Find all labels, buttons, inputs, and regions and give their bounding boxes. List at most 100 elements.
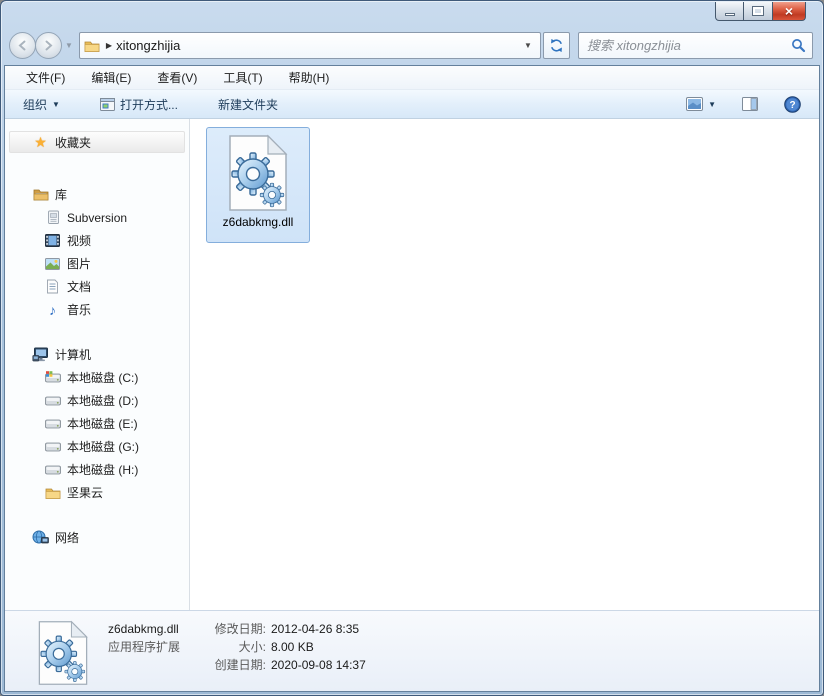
menu-edit[interactable]: 编辑(E) [78, 66, 144, 89]
forward-button[interactable] [35, 32, 62, 59]
star-icon: ★ [34, 133, 47, 150]
toolbar-right-group: ▼ ? [678, 93, 809, 116]
menu-help[interactable]: 帮助(H) [276, 66, 343, 89]
created-date-label: 创建日期: [214, 658, 266, 672]
navigation-pane: ★ 收藏夹 库 Subversion 视频 图片 文档 ♪ 音乐 计算机 本地磁… [5, 119, 190, 610]
organize-dropdown-icon: ▼ [52, 99, 60, 109]
file-item-dll[interactable]: z6dabkmg.dll [206, 127, 310, 243]
command-bar: 组织 ▼ 打开方式... 新建文件夹 ▼ ? [5, 90, 819, 119]
address-bar[interactable]: ▶ xitongzhijia ▼ [78, 32, 541, 59]
subversion-label: Subversion [67, 210, 128, 225]
modified-date-label: 修改日期: [214, 622, 266, 636]
network-icon [32, 530, 49, 545]
size-label: 大小: [238, 640, 266, 654]
open-with-label: 打开方式... [119, 97, 178, 112]
details-file-summary: z6dabkmg.dll 应用程序扩展 [108, 620, 196, 656]
details-pane: z6dabkmg.dll 应用程序扩展 修改日期: 2012-04-26 8:3… [5, 610, 819, 691]
disk-icon [44, 463, 61, 477]
titlebar[interactable]: × [1, 1, 823, 30]
forward-arrow-icon [45, 40, 53, 51]
maximize-icon [753, 7, 763, 15]
folder-icon [84, 41, 100, 52]
window-controls: × [715, 2, 806, 21]
disk-icon [44, 417, 61, 431]
details-properties: 修改日期: 2012-04-26 8:35 大小: 8.00 KB 创建日期: … [202, 620, 366, 674]
refresh-button[interactable] [542, 32, 570, 59]
sidebar-item-libraries[interactable]: 库 [5, 183, 189, 206]
nutstore-label: 坚果云 [67, 486, 104, 500]
library-doc-icon [44, 210, 61, 225]
explorer-window: × ▼ ▶ xitongzhijia ▼ 搜索 xitongzhijia 文件(… [0, 0, 824, 696]
organize-label: 组织 [23, 97, 48, 112]
organize-button[interactable]: 组织 ▼ [15, 93, 68, 116]
recent-pages-chevron-icon[interactable]: ▼ [65, 41, 73, 50]
sidebar-item-disk-h[interactable]: 本地磁盘 (H:) [5, 458, 189, 481]
sidebar-item-disk-c[interactable]: 本地磁盘 (C:) [5, 366, 189, 389]
menu-tools[interactable]: 工具(T) [210, 66, 275, 89]
documents-label: 文档 [67, 280, 92, 294]
created-date-value: 2020-09-08 14:37 [271, 658, 366, 672]
sidebar-item-music[interactable]: ♪ 音乐 [5, 298, 189, 321]
sidebar-item-network[interactable]: 网络 [5, 526, 189, 549]
dll-file-icon-small [36, 620, 90, 686]
breadcrumb-path[interactable]: xitongzhijia [116, 38, 520, 53]
disk-d-label: 本地磁盘 (D:) [67, 394, 139, 408]
sidebar-item-nutstore[interactable]: 坚果云 [5, 481, 189, 504]
maximize-button[interactable] [744, 2, 772, 21]
sidebar-item-disk-g[interactable]: 本地磁盘 (G:) [5, 435, 189, 458]
dll-file-icon [226, 134, 290, 212]
music-note-icon: ♪ [49, 301, 56, 318]
menu-view[interactable]: 查看(V) [144, 66, 210, 89]
help-button[interactable]: ? [776, 93, 809, 116]
libraries-label: 库 [55, 188, 68, 202]
views-dropdown-icon: ▼ [708, 99, 716, 109]
minimize-button[interactable] [715, 2, 744, 21]
menu-file[interactable]: 文件(F) [13, 66, 78, 89]
disk-c-icon [44, 370, 61, 385]
search-icon[interactable] [791, 38, 806, 53]
address-dropdown-icon[interactable]: ▼ [520, 41, 536, 50]
open-with-button[interactable]: 打开方式... [92, 93, 186, 116]
computer-icon [32, 347, 49, 362]
views-icon [686, 97, 704, 111]
details-file-type: 应用程序扩展 [108, 640, 181, 654]
sidebar-item-documents[interactable]: 文档 [5, 275, 189, 298]
sidebar-item-pictures[interactable]: 图片 [5, 252, 189, 275]
picture-icon [44, 257, 61, 270]
sidebar-item-favorites[interactable]: ★ 收藏夹 [9, 131, 185, 153]
files-pane[interactable]: z6dabkmg.dll [190, 119, 819, 610]
back-arrow-icon [18, 40, 26, 51]
details-row-created: 创建日期: 2020-09-08 14:37 [202, 656, 366, 674]
minimize-icon [724, 12, 735, 16]
preview-pane-button[interactable] [734, 94, 766, 114]
video-icon [44, 234, 61, 247]
modified-date-value: 2012-04-26 8:35 [271, 622, 360, 636]
document-icon [44, 279, 61, 294]
svg-text:?: ? [789, 100, 795, 111]
back-button[interactable] [9, 32, 36, 59]
main-frame: 文件(F) 编辑(E) 查看(V) 工具(T) 帮助(H) 组织 ▼ 打开方式.… [4, 65, 820, 692]
new-folder-button[interactable]: 新建文件夹 [210, 93, 286, 116]
content-area: ★ 收藏夹 库 Subversion 视频 图片 文档 ♪ 音乐 计算机 本地磁… [5, 119, 819, 610]
videos-label: 视频 [67, 234, 92, 248]
file-name-label: z6dabkmg.dll [222, 215, 294, 229]
details-file-name: z6dabkmg.dll [108, 622, 179, 636]
sidebar-item-disk-d[interactable]: 本地磁盘 (D:) [5, 389, 189, 412]
sidebar-item-subversion[interactable]: Subversion [5, 206, 189, 229]
disk-icon [44, 394, 61, 408]
details-row-modified: 修改日期: 2012-04-26 8:35 [202, 620, 366, 638]
pictures-label: 图片 [67, 257, 92, 271]
search-input[interactable] [584, 37, 791, 54]
sidebar-item-computer[interactable]: 计算机 [5, 343, 189, 366]
sidebar-item-videos[interactable]: 视频 [5, 229, 189, 252]
close-icon: × [784, 3, 794, 19]
disk-icon [44, 440, 61, 454]
sidebar-item-disk-e[interactable]: 本地磁盘 (E:) [5, 412, 189, 435]
refresh-icon [550, 38, 562, 53]
search-box [577, 32, 813, 59]
computer-label: 计算机 [55, 348, 92, 362]
close-button[interactable]: × [772, 2, 806, 21]
views-button[interactable]: ▼ [678, 94, 724, 114]
breadcrumb-arrow-icon[interactable]: ▶ [106, 41, 112, 50]
help-icon: ? [784, 95, 801, 113]
